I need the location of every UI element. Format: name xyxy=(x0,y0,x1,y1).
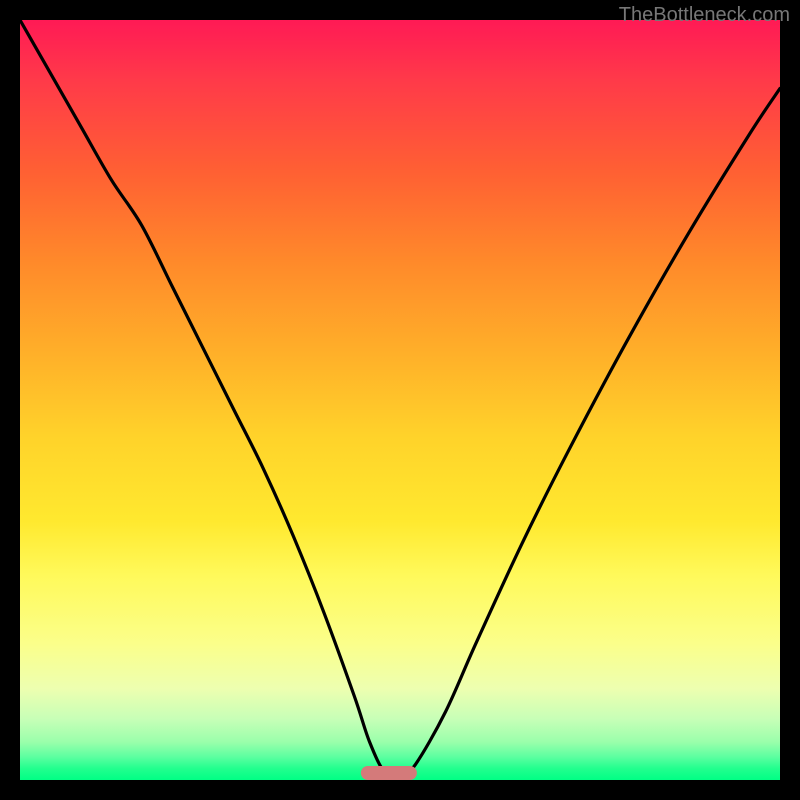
bottleneck-curve xyxy=(20,20,780,780)
watermark-text: TheBottleneck.com xyxy=(619,4,790,27)
curve-path xyxy=(20,20,780,777)
plot-area xyxy=(20,20,780,780)
optimal-marker xyxy=(360,766,416,780)
